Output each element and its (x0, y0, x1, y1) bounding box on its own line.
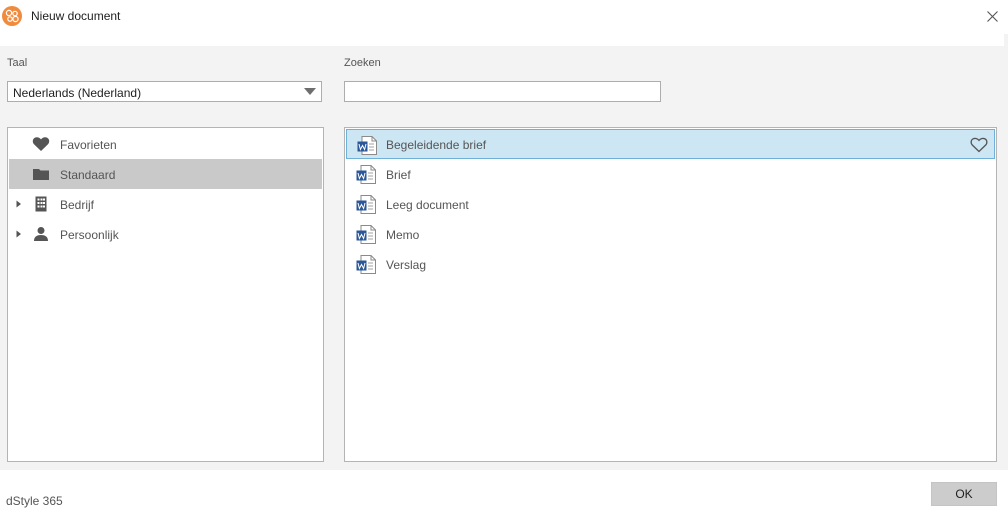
language-selected-value: Nederlands (Nederland) (13, 86, 142, 100)
template-item-verslag[interactable]: Verslag (346, 249, 995, 279)
window-edge (1004, 34, 1008, 470)
search-input[interactable] (344, 81, 661, 102)
expand-arrow-icon[interactable] (16, 200, 22, 208)
tree-item-persoonlijk[interactable]: Persoonlijk (9, 219, 322, 249)
word-document-icon (357, 136, 377, 155)
building-icon (35, 196, 47, 212)
dstyle-logo-icon (2, 6, 22, 26)
close-button[interactable] (980, 4, 1004, 28)
tree-item-bedrijf[interactable]: Bedrijf (9, 189, 322, 219)
template-label: Leeg document (386, 198, 469, 212)
tree-item-label: Standaard (60, 168, 116, 182)
tree-item-standaard[interactable]: Standaard (9, 159, 322, 189)
expand-arrow-icon[interactable] (16, 230, 22, 238)
folder-icon (33, 169, 49, 180)
template-list: Begeleidende brief Brief Leeg document M… (344, 127, 997, 462)
template-item-leeg-document[interactable]: Leeg document (346, 189, 995, 219)
tree-item-label: Persoonlijk (60, 228, 119, 242)
template-item-begeleidende-brief[interactable]: Begeleidende brief (346, 129, 995, 159)
word-document-icon (356, 195, 376, 214)
template-label: Begeleidende brief (386, 138, 487, 152)
template-label: Verslag (386, 258, 427, 272)
template-label: Memo (386, 228, 420, 242)
chevron-down-icon (304, 88, 316, 95)
word-document-icon (356, 165, 376, 184)
word-document-icon (356, 255, 376, 274)
template-item-brief[interactable]: Brief (346, 159, 995, 189)
category-tree: Favorieten Standaard Bedrijf Persoonlijk (7, 127, 324, 462)
search-label: Zoeken (344, 57, 381, 69)
ok-button[interactable]: OK (931, 482, 997, 506)
template-item-memo[interactable]: Memo (346, 219, 995, 249)
language-label: Taal (7, 57, 28, 69)
title-bar: Nieuw document (0, 0, 1008, 34)
person-icon (34, 227, 48, 241)
template-label: Brief (386, 168, 411, 182)
heart-outline-icon[interactable] (970, 136, 988, 153)
tree-item-favorieten[interactable]: Favorieten (9, 129, 322, 159)
close-icon (986, 10, 998, 22)
tree-item-label: Bedrijf (60, 198, 95, 212)
window-title: Nieuw document (31, 9, 121, 23)
heart-icon (32, 137, 50, 151)
word-document-icon (356, 225, 376, 244)
language-select[interactable]: Nederlands (Nederland) (7, 81, 322, 102)
tree-item-label: Favorieten (60, 138, 117, 152)
brand-label: dStyle 365 (6, 494, 63, 508)
